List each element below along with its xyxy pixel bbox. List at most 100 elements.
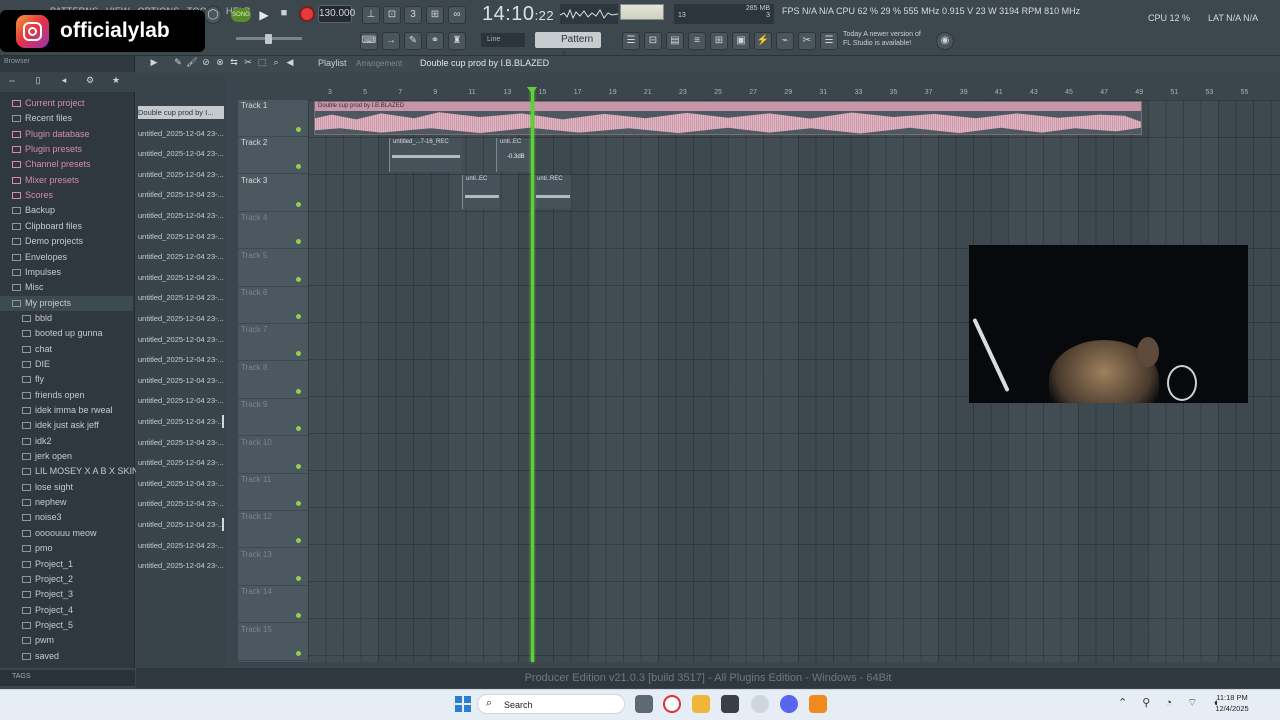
picker-item[interactable]: untitled_2025-12-04 23-... [138, 456, 224, 469]
picker-item[interactable]: untitled_2025-12-04 23-... [138, 291, 224, 304]
track-mute-led[interactable] [296, 201, 301, 207]
browser-item[interactable]: Mixer presets [0, 173, 79, 188]
browser-item[interactable]: lose sight [0, 480, 73, 495]
track-header[interactable]: Track 14 [238, 586, 308, 624]
browser-item[interactable]: jerk open [0, 449, 72, 464]
browser-item[interactable]: Project_1 [0, 557, 73, 572]
track-mute-led[interactable] [296, 463, 301, 469]
browser-item[interactable]: nephew [0, 495, 67, 510]
store-icon[interactable] [721, 695, 739, 713]
arrow-right-icon[interactable]: → [382, 32, 400, 50]
browser-item[interactable]: pwm [0, 633, 54, 648]
playhead[interactable] [531, 88, 534, 662]
track-header[interactable]: Track 4 [238, 212, 308, 250]
taskbar-search[interactable]: Search [477, 694, 625, 714]
typing-keyboard-icon[interactable]: ⌨ [360, 32, 378, 50]
online-icon[interactable]: ◉ [936, 32, 954, 50]
play-button[interactable]: ▶ [256, 6, 272, 24]
picker-item[interactable]: untitled_2025-12-04 23-... [138, 312, 224, 325]
playhead-marker[interactable] [527, 87, 537, 94]
browser-item[interactable]: Recent files [0, 111, 72, 126]
opera-icon[interactable] [663, 695, 681, 713]
link-icon[interactable]: ⚭ [426, 32, 444, 50]
track-header[interactable]: Track 2 [238, 137, 308, 175]
track-header[interactable]: Track 9 [238, 399, 308, 437]
picker-item[interactable]: untitled_2025-12-04 23-... [138, 477, 224, 490]
browser-item[interactable]: Demo projects [0, 234, 83, 249]
track-mute-led[interactable] [296, 613, 301, 619]
browser-item[interactable]: Channel presets [0, 157, 91, 172]
countdown-icon[interactable]: 3 [404, 6, 422, 24]
browser-item[interactable]: Misc [0, 280, 44, 295]
picker-item[interactable]: untitled_2025-12-04 23-... [138, 518, 224, 531]
touch-keyboard-icon[interactable]: ⌁ [776, 32, 794, 50]
track-header[interactable]: Track 6 [238, 287, 308, 324]
picker-item[interactable]: untitled_2025-12-04 23-... [138, 497, 224, 510]
picker-item[interactable]: untitled_2025-12-04 23-... [138, 271, 224, 284]
track-header[interactable]: Track 1 [238, 100, 308, 137]
browser-item[interactable]: Plugin presets [0, 142, 82, 157]
picker-item[interactable]: untitled_2025-12-04 23-... [138, 436, 224, 449]
track-mute-led[interactable] [296, 538, 301, 544]
track-mute-led[interactable] [296, 650, 301, 656]
browser-icon[interactable]: ⊞ [710, 32, 728, 50]
app-icon[interactable] [751, 695, 769, 713]
picker-item[interactable]: untitled_2025-12-04 23-... [138, 415, 224, 428]
mixer-icon[interactable]: ☰ [622, 32, 640, 50]
stamp-icon[interactable]: ♜ [448, 32, 466, 50]
playlist-icon[interactable]: ≡ [688, 32, 706, 50]
tools-icon[interactable]: ✂ [798, 32, 816, 50]
picker-item[interactable]: untitled_2025-12-04 23-... [138, 374, 224, 387]
song-mode-toggle[interactable]: SONG [231, 8, 251, 22]
track-header[interactable]: Track 10 [238, 437, 308, 474]
picker-item[interactable]: untitled_2025-12-04 23-... [138, 539, 224, 552]
picker-item[interactable]: untitled_2025-12-04 23-... [138, 127, 224, 140]
audio-clip-rec4[interactable]: unti..REC [533, 175, 571, 209]
collapse-icon[interactable]: ⇔ [4, 75, 20, 89]
tempo-display[interactable]: 130.000 [318, 5, 355, 23]
arrangement-name[interactable]: Double cup prod by I.B.BLAZED [420, 58, 549, 68]
browser-item[interactable]: noise3 [0, 510, 62, 525]
plugin-picker-icon[interactable]: ▣ [732, 32, 750, 50]
channel-rack-icon[interactable]: ⊟ [644, 32, 662, 50]
browser-item[interactable]: Project_5 [0, 618, 73, 633]
discord-icon[interactable] [780, 695, 798, 713]
browser-item[interactable]: friends open [0, 388, 85, 403]
picker-item[interactable]: untitled_2025-12-04 23-... [138, 168, 224, 181]
back-icon[interactable]: ◂ [56, 75, 72, 89]
loop-record-icon[interactable]: ∞ [448, 6, 466, 24]
track-mute-led[interactable] [296, 127, 301, 132]
track-header[interactable]: Track 8 [238, 362, 308, 399]
browser-item[interactable]: DIE [0, 357, 50, 372]
track-mute-led[interactable] [296, 314, 301, 319]
wait-input-icon[interactable]: ⊡ [383, 6, 401, 24]
star-icon[interactable]: ★ [108, 75, 124, 89]
plug-icon[interactable]: ⚡ [754, 32, 772, 50]
browser-item[interactable]: idek just ask jeff [0, 418, 99, 433]
browser-item[interactable]: saved [0, 649, 59, 664]
pattern-song-icon[interactable]: ⊥ [362, 6, 380, 24]
browser-item[interactable]: LIL MOSEY X A B X SKINNY [0, 464, 151, 479]
browser-item[interactable]: My projects [0, 295, 133, 311]
track-mute-led[interactable] [296, 388, 301, 394]
browser-item[interactable]: Backup [0, 203, 55, 218]
track-header[interactable]: Track 5 [238, 250, 308, 287]
track-mute-led[interactable] [296, 239, 301, 245]
file-icon[interactable]: ▯ [30, 75, 46, 89]
picker-item[interactable]: untitled_2025-12-04 23-... [138, 353, 224, 366]
browser-item[interactable]: booted up gunna [0, 326, 103, 341]
browser-item[interactable]: Project_3 [0, 587, 73, 602]
track-mute-led[interactable] [296, 501, 301, 506]
fl-studio-icon[interactable] [809, 695, 827, 713]
browser-item[interactable]: bbld [0, 311, 52, 326]
task-view-icon[interactable] [635, 695, 653, 713]
tags-bar[interactable]: TAGS [0, 670, 135, 686]
picker-item[interactable]: untitled_2025-12-04 23-... [138, 230, 224, 243]
track-header[interactable]: Track 13 [238, 549, 308, 586]
browser-item[interactable]: Scores [0, 188, 53, 203]
metronome-icon[interactable]: ◯ [204, 6, 222, 24]
file-explorer-icon[interactable] [692, 695, 710, 713]
picker-item[interactable]: untitled_2025-12-04 23-... [138, 333, 224, 346]
track-header[interactable]: Track 7 [238, 324, 308, 362]
pencil-icon[interactable]: ✎ [404, 32, 422, 50]
